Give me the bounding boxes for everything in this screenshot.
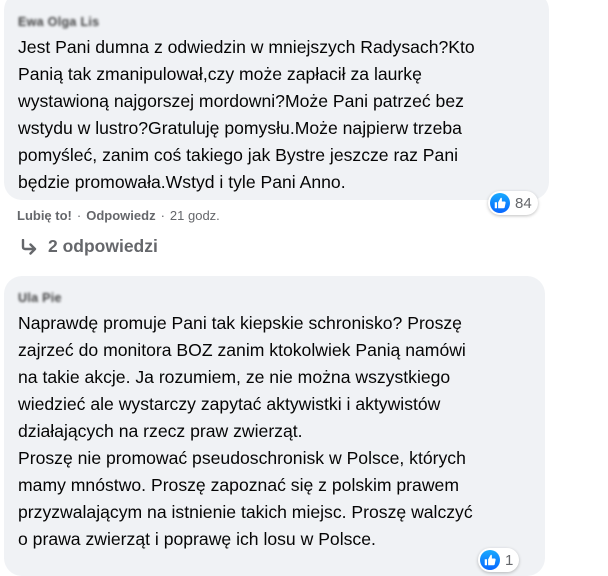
reply-button[interactable]: Odpowiedz bbox=[86, 208, 155, 223]
comment-text: Jest Pani dumna z odwiedzin w mniejszych… bbox=[18, 37, 475, 192]
comment-bubble-2: Ula Pie Naprawdę promuje Pani tak kiepsk… bbox=[4, 276, 545, 576]
like-button[interactable]: Lubię to! bbox=[17, 208, 72, 223]
like-icon bbox=[490, 193, 510, 213]
comment-timestamp[interactable]: 21 godz. bbox=[170, 208, 220, 223]
separator-dot: · bbox=[160, 207, 165, 223]
comment-text: Naprawdę promuje Pani tak kiepskie schro… bbox=[18, 313, 473, 549]
view-replies-link[interactable]: 2 odpowiedzi bbox=[20, 236, 158, 257]
comment-bubble-1: Ewa Olga Lis Jest Pani dumna z odwiedzin… bbox=[4, 0, 549, 200]
reaction-summary[interactable]: 1 bbox=[478, 548, 520, 572]
reaction-count: 84 bbox=[515, 194, 532, 212]
separator-dot: · bbox=[76, 207, 82, 223]
comment-author-name[interactable]: Ewa Olga Lis bbox=[18, 14, 535, 30]
reaction-count: 1 bbox=[505, 551, 514, 569]
like-icon bbox=[480, 550, 500, 570]
replies-count-label: 2 odpowiedzi bbox=[48, 236, 158, 256]
comment-author-name[interactable]: Ula Pie bbox=[18, 290, 531, 306]
reply-arrow-icon bbox=[21, 238, 37, 255]
reaction-summary[interactable]: 84 bbox=[488, 191, 538, 215]
comment-actions: Lubię to! · Odpowiedz · 21 godz. bbox=[17, 206, 220, 224]
